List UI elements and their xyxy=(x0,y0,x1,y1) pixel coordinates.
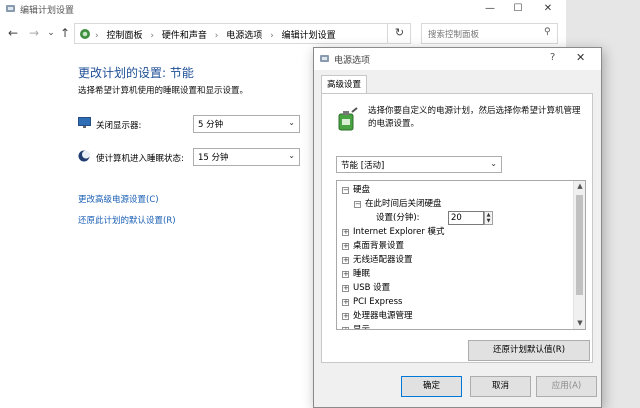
up-button[interactable]: ↑ xyxy=(58,25,72,41)
breadcrumb: › 控制面板 › 硬件和声音 › 电源选项 › 编辑计划设置 xyxy=(95,28,341,41)
main-titlebar[interactable]: 编辑计划设置 — ☐ ✕ xyxy=(0,0,566,18)
scroll-down-icon[interactable]: ▼ xyxy=(574,319,585,327)
expand-icon[interactable]: + xyxy=(342,257,349,264)
chevron-down-icon: ⌄ xyxy=(288,118,295,127)
tree-item-processor-power[interactable]: + 处理器电源管理 xyxy=(342,309,413,323)
advanced-settings-panel: 选择你要自定义的电源计划，然后选择你希望计算机管理的电源设置。 节能 [活动] … xyxy=(321,93,593,363)
dialog-titlebar[interactable]: 电源选项 ? ✕ xyxy=(314,48,601,70)
expand-icon[interactable]: + xyxy=(342,313,349,320)
expand-icon[interactable]: + xyxy=(342,271,349,278)
scroll-up-icon[interactable]: ▲ xyxy=(574,182,585,190)
expand-icon[interactable]: + xyxy=(342,229,349,236)
battery-plug-icon xyxy=(338,107,358,131)
apply-button[interactable]: 应用(A) xyxy=(536,376,597,397)
recent-locations-dropdown[interactable]: ⌄ xyxy=(44,25,58,41)
maximize-button[interactable]: ☐ xyxy=(503,0,533,18)
expand-icon[interactable]: + xyxy=(342,285,349,292)
address-row: ← → ⌄ ↑ › 控制面板 › 硬件和声音 › 电源选项 › 编辑计划设置 ⌄… xyxy=(0,20,566,46)
power-options-dialog: 电源选项 ? ✕ 高级设置 选择你要自定义的电源计划，然后选择你希望计算机管理的… xyxy=(313,47,602,408)
search-input[interactable]: 搜索控制面板 ⚲ xyxy=(421,23,558,44)
control-panel-icon xyxy=(80,29,90,39)
back-button[interactable]: ← xyxy=(6,25,20,41)
tree-item-label: 在此时间后关闭硬盘 xyxy=(365,199,442,209)
page-title: 更改计划的设置: 节能 xyxy=(78,66,194,80)
turn-off-display-label: 关闭显示器: xyxy=(96,121,142,131)
moon-icon xyxy=(78,150,90,162)
tree-item-turn-off-hard-disk[interactable]: − 在此时间后关闭硬盘 xyxy=(354,197,442,211)
turn-off-display-value: 5 分钟 xyxy=(198,120,224,130)
tree-item-setting-minutes: 设置(分钟): 20 ▲ ▼ xyxy=(359,211,499,225)
tree-item-pci-express[interactable]: + PCI Express xyxy=(342,295,402,309)
advanced-power-settings-link[interactable]: 更改高级电源设置(C) xyxy=(78,193,159,205)
tree-item-display[interactable]: + 显示 xyxy=(342,323,371,330)
sleep-label: 使计算机进入睡眠状态: xyxy=(96,154,184,164)
sleep-select[interactable]: 15 分钟 ⌄ xyxy=(193,148,300,166)
power-plan-select[interactable]: 节能 [活动] ⌄ xyxy=(336,156,502,173)
restore-defaults-link[interactable]: 还原此计划的默认设置(R) xyxy=(78,214,176,226)
breadcrumb-edit-plan[interactable]: 编辑计划设置 xyxy=(282,31,336,41)
tree-item-label: 无线适配器设置 xyxy=(353,255,413,265)
search-icon[interactable]: ⚲ xyxy=(544,27,551,37)
settings-tree[interactable]: − 硬盘 − 在此时间后关闭硬盘 设置(分钟): 20 ▲ ▼ + Internet E… xyxy=(336,180,586,330)
window-title: 编辑计划设置 xyxy=(20,6,75,16)
page-description: 选择希望计算机使用的睡眠设置和显示设置。 xyxy=(78,86,249,96)
expand-icon[interactable]: + xyxy=(342,299,349,306)
minutes-spinner[interactable]: ▲ ▼ xyxy=(484,211,493,225)
chevron-down-icon: ⌄ xyxy=(288,151,295,160)
address-bar[interactable]: › 控制面板 › 硬件和声音 › 电源选项 › 编辑计划设置 ⌄ xyxy=(74,23,440,44)
expand-icon[interactable]: + xyxy=(342,243,349,250)
turn-off-display-select[interactable]: 5 分钟 ⌄ xyxy=(193,115,300,133)
tree-item-label: 硬盘 xyxy=(353,185,371,195)
breadcrumb-separator: › xyxy=(95,31,99,41)
sleep-value: 15 分钟 xyxy=(198,153,229,163)
breadcrumb-power-options[interactable]: 电源选项 xyxy=(226,31,262,41)
power-options-icon xyxy=(320,55,329,62)
tree-item-label: USB 设置 xyxy=(353,283,391,293)
breadcrumb-control-panel[interactable]: 控制面板 xyxy=(106,31,142,41)
breadcrumb-separator: › xyxy=(214,31,219,41)
scroll-thumb[interactable] xyxy=(576,195,583,295)
chevron-down-icon: ⌄ xyxy=(490,159,497,168)
collapse-icon[interactable]: − xyxy=(342,187,349,194)
dialog-description: 选择你要自定义的电源计划，然后选择你希望计算机管理的电源设置。 xyxy=(368,106,581,129)
monitor-icon xyxy=(78,117,91,128)
expand-icon[interactable]: + xyxy=(342,327,349,329)
dialog-close-button[interactable]: ✕ xyxy=(576,51,585,64)
tab-advanced-settings[interactable]: 高级设置 xyxy=(321,75,367,94)
dialog-title: 电源选项 xyxy=(334,56,371,66)
close-button[interactable]: ✕ xyxy=(533,0,563,18)
breadcrumb-separator: › xyxy=(150,31,154,41)
tree-item-label: 桌面背景设置 xyxy=(353,241,405,251)
tree-item-ie-mode[interactable]: + Internet Explorer 模式 xyxy=(342,225,445,239)
tree-item-sleep[interactable]: + 睡眠 xyxy=(342,267,370,281)
forward-button[interactable]: → xyxy=(27,25,41,41)
tree-item-label: PCI Express xyxy=(353,297,403,307)
tree-item-label: 处理器电源管理 xyxy=(353,311,413,321)
tree-item-label: Internet Explorer 模式 xyxy=(353,227,445,237)
help-button[interactable]: ? xyxy=(550,52,555,63)
setting-minutes-label: 设置(分钟): xyxy=(376,213,420,223)
search-placeholder: 搜索控制面板 xyxy=(428,30,480,40)
tree-scrollbar[interactable]: ▲ ▼ xyxy=(573,181,585,329)
tree-item-label: 睡眠 xyxy=(353,269,371,279)
tree-item-wireless-adapter[interactable]: + 无线适配器设置 xyxy=(342,253,413,267)
tree-item-usb[interactable]: + USB 设置 xyxy=(342,281,390,295)
minutes-input[interactable]: 20 xyxy=(448,211,484,225)
tree-item-hard-disk[interactable]: − 硬盘 xyxy=(342,183,370,197)
restore-plan-defaults-button[interactable]: 还原计划默认值(R) xyxy=(468,340,590,361)
refresh-button[interactable]: ↻ xyxy=(387,23,411,44)
tree-item-desktop-background[interactable]: + 桌面背景设置 xyxy=(342,239,404,253)
collapse-icon[interactable]: − xyxy=(354,201,361,208)
minimize-button[interactable]: — xyxy=(475,0,505,18)
breadcrumb-separator: › xyxy=(270,31,274,41)
power-plan-icon xyxy=(6,5,15,12)
cancel-button[interactable]: 取消 xyxy=(470,376,531,397)
power-plan-value: 节能 [活动] xyxy=(341,161,385,171)
ok-button[interactable]: 确定 xyxy=(401,376,462,397)
breadcrumb-hardware-sound[interactable]: 硬件和声音 xyxy=(162,31,207,41)
tree-item-label: 显示 xyxy=(353,325,371,330)
